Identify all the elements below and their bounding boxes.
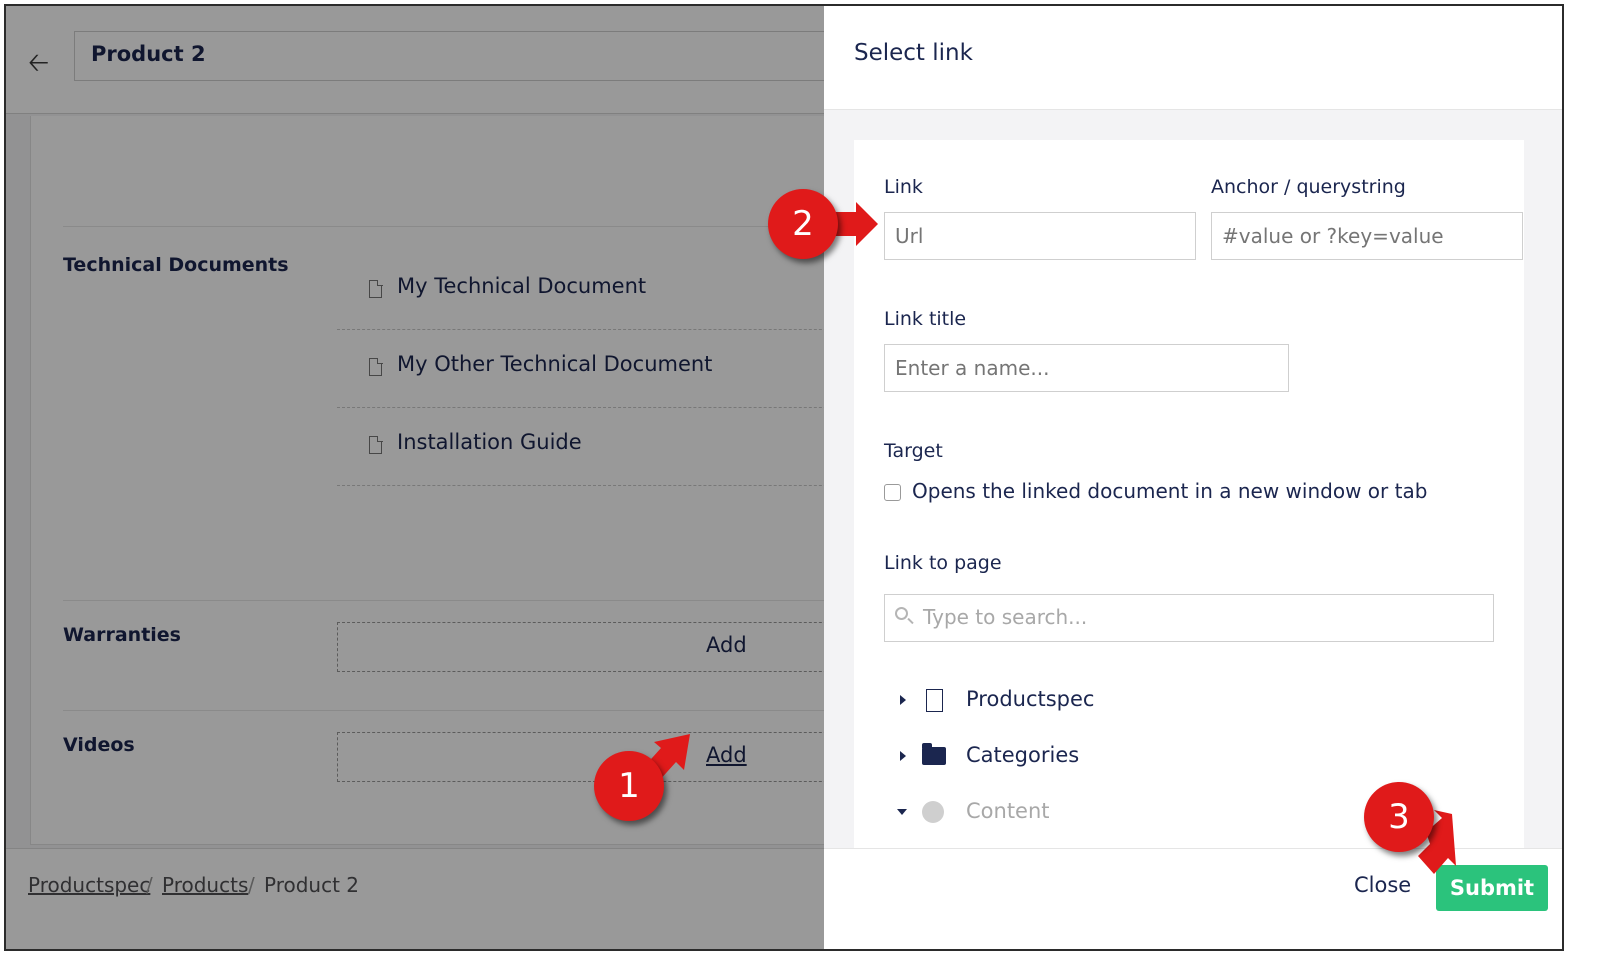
arrow-2-icon <box>834 202 878 246</box>
annotation-marker-3: 3 <box>1364 782 1434 852</box>
annotation-marker-1: 1 <box>594 751 664 821</box>
annotation-arrows <box>634 202 1456 874</box>
annotation-marker-2: 2 <box>768 189 838 259</box>
screenshot-frame: 🡠 Product 2 Technical Documents My Techn… <box>4 4 1564 951</box>
